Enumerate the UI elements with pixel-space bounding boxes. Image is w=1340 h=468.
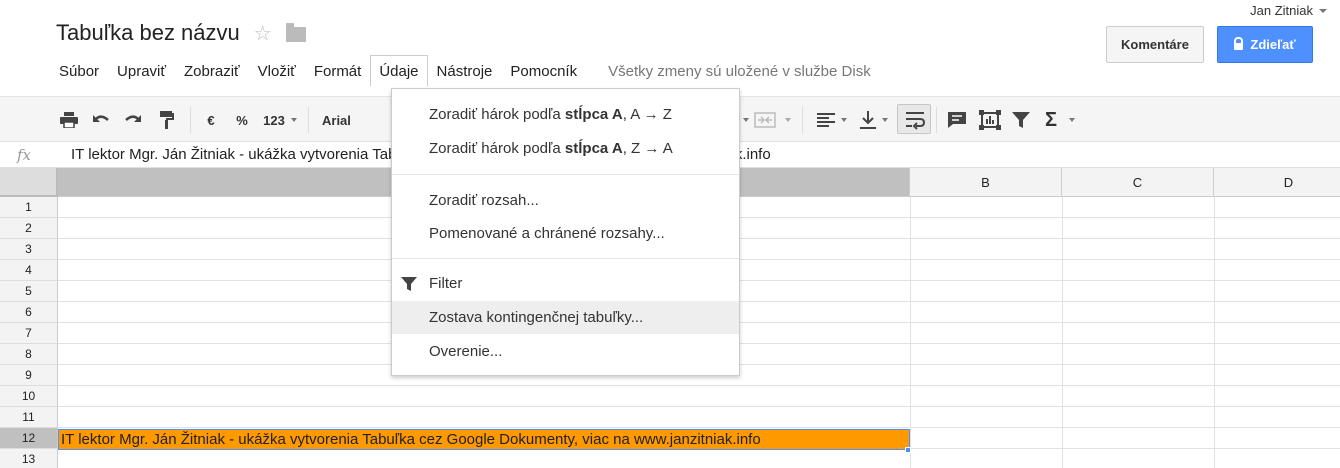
row-header-12[interactable]: 12	[0, 428, 58, 449]
fill-handle[interactable]	[905, 447, 911, 453]
row-header-6[interactable]: 6	[0, 302, 58, 323]
row-header-10[interactable]: 10	[0, 386, 58, 407]
paint-format-icon[interactable]	[156, 97, 178, 143]
chevron-down-icon	[882, 118, 888, 122]
grid-line	[1062, 197, 1063, 468]
column-header-b[interactable]: B	[910, 168, 1062, 197]
menu-item-sort-range[interactable]: Zoradiť rozsah...	[392, 184, 739, 217]
menu-item-bold-text: stĺpca A	[564, 140, 623, 157]
print-icon[interactable]	[58, 97, 80, 143]
chevron-down-icon	[290, 118, 297, 122]
menu-item-sort-sheet-za[interactable]: Zoradiť hárok podľa stĺpca A, Z → A	[392, 132, 739, 165]
grid-line	[58, 385, 1340, 386]
menu-file[interactable]: Súbor	[50, 55, 108, 87]
chevron-down-icon	[1069, 118, 1075, 122]
menu-help[interactable]: Pomocník	[501, 55, 586, 87]
grid-line	[1214, 197, 1215, 468]
menu-item-filter[interactable]: Filter	[392, 267, 739, 300]
text-wrap-button[interactable]	[897, 104, 931, 134]
star-icon[interactable]: ☆	[254, 21, 272, 46]
number-format-dropdown[interactable]: 123	[258, 97, 302, 143]
align-left-icon	[817, 113, 835, 127]
user-name: Jan Zitniak	[1250, 3, 1313, 18]
align-bottom-icon	[860, 111, 876, 129]
menu-item-bold-text: stĺpca A	[564, 106, 623, 123]
chevron-down-icon[interactable]	[782, 97, 794, 143]
share-button[interactable]: Zdieľať	[1217, 26, 1313, 63]
wrap-icon	[906, 112, 926, 130]
share-button-label: Zdieľať	[1250, 37, 1296, 52]
grid-line	[910, 197, 911, 468]
document-title[interactable]: Tabuľka bez názvu	[56, 20, 240, 46]
menu-item-text: , A → Z	[622, 106, 672, 123]
row-header-4[interactable]: 4	[0, 260, 58, 281]
menu-edit[interactable]: Upraviť	[108, 55, 175, 87]
currency-format-button[interactable]: €	[202, 97, 220, 143]
menu-item-sort-sheet-az[interactable]: Zoradiť hárok podľa stĺpca A, A → Z	[392, 98, 739, 131]
menu-bar: Súbor Upraviť Zobraziť Vložiť Formát Úda…	[50, 55, 871, 87]
menu-insert[interactable]: Vložiť	[249, 55, 305, 87]
function-icon: fx	[17, 146, 32, 164]
menu-item-text: Zoradiť hárok podľa	[429, 106, 565, 123]
vertical-align-dropdown[interactable]	[856, 97, 892, 143]
column-header-c[interactable]: C	[1062, 168, 1214, 197]
menu-format[interactable]: Formát	[305, 55, 371, 87]
functions-dropdown[interactable]: Σ	[1040, 97, 1080, 143]
row-header-11[interactable]: 11	[0, 407, 58, 428]
row-header-8[interactable]: 8	[0, 344, 58, 365]
menu-item-named-ranges[interactable]: Pomenované a chránené rozsahy...	[392, 217, 739, 250]
menu-item-pivot-table[interactable]: Zostava kontingenčnej tabuľky...	[392, 301, 739, 334]
row-header-2[interactable]: 2	[0, 218, 58, 239]
toolbar-divider	[802, 107, 803, 133]
filter-icon	[401, 277, 417, 291]
menu-item-text: Zoradiť hárok podľa	[429, 140, 565, 157]
menu-tools[interactable]: Nástroje	[428, 55, 502, 87]
percent-format-button[interactable]: %	[232, 97, 252, 143]
row-header-3[interactable]: 3	[0, 239, 58, 260]
save-status: Všetky zmeny sú uložené v službe Disk	[608, 62, 871, 80]
undo-icon[interactable]	[90, 97, 112, 143]
toolbar-divider	[308, 107, 309, 133]
grid-line	[58, 406, 1340, 407]
cell-a12[interactable]: IT lektor Mgr. Ján Žitniak - ukážka vytv…	[58, 429, 910, 450]
row-header-9[interactable]: 9	[0, 365, 58, 386]
comment-icon[interactable]	[944, 97, 970, 143]
menu-separator	[392, 258, 739, 259]
font-dropdown[interactable]: Arial	[322, 97, 362, 143]
menu-separator	[392, 174, 739, 175]
comments-button[interactable]: Komentáre	[1106, 26, 1204, 63]
user-account-menu[interactable]: Jan Zitniak	[1250, 3, 1327, 18]
chevron-down-icon[interactable]	[741, 97, 751, 143]
sigma-icon: Σ	[1044, 108, 1057, 131]
filter-icon[interactable]	[1010, 97, 1032, 143]
grid-line	[58, 427, 1340, 428]
row-header-7[interactable]: 7	[0, 323, 58, 344]
chart-icon[interactable]	[976, 97, 1004, 143]
menu-item-text: , Z → A	[622, 140, 673, 157]
merge-cells-icon[interactable]	[752, 97, 778, 143]
row-header-13[interactable]: 13	[0, 449, 58, 468]
data-menu-dropdown: Zoradiť hárok podľa stĺpca A, A → Z Zora…	[391, 88, 740, 376]
folder-icon[interactable]	[285, 22, 306, 42]
row-header-1[interactable]: 1	[0, 197, 58, 218]
number-format-label: 123	[263, 112, 285, 128]
column-header-d[interactable]: D	[1214, 168, 1340, 197]
row-header-5[interactable]: 5	[0, 281, 58, 302]
menu-item-text: Filter	[429, 275, 463, 292]
toolbar-divider	[190, 107, 191, 133]
toolbar-divider	[936, 107, 937, 133]
chevron-down-icon	[1319, 8, 1327, 13]
doc-title-row: Tabuľka bez názvu ☆	[56, 20, 306, 46]
lock-icon	[1234, 37, 1244, 50]
menu-data[interactable]: Údaje	[370, 55, 428, 87]
select-all-corner[interactable]	[0, 168, 58, 197]
menu-view[interactable]: Zobraziť	[175, 55, 249, 87]
chevron-down-icon	[841, 118, 847, 122]
menu-item-validation[interactable]: Overenie...	[392, 335, 739, 368]
redo-icon[interactable]	[122, 97, 144, 143]
align-left-dropdown[interactable]	[812, 97, 852, 143]
